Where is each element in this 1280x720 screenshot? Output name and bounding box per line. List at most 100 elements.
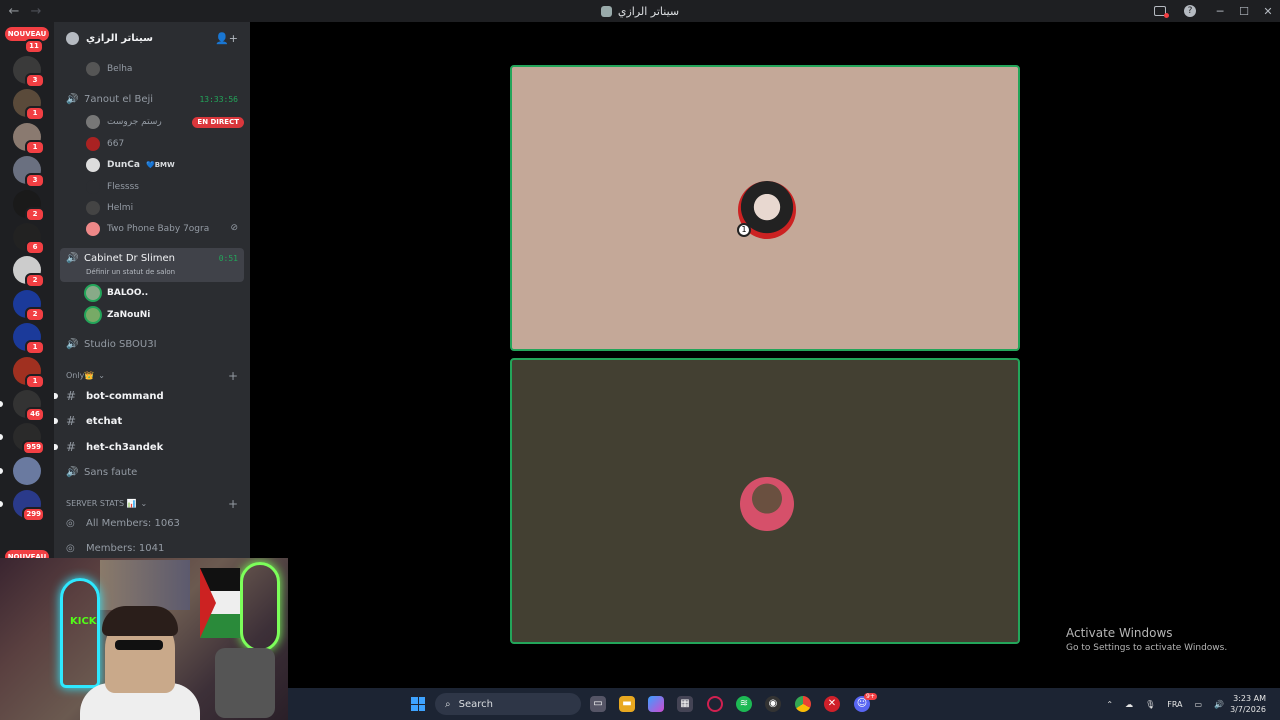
onedrive-icon[interactable]: ☁: [1125, 700, 1133, 709]
steam-icon[interactable]: ◉: [765, 696, 781, 712]
system-clock[interactable]: 3:23 AM 3/7/2026: [1230, 693, 1266, 715]
voice-user[interactable]: 667: [86, 135, 124, 153]
hash-icon: #: [66, 389, 77, 403]
add-channel-icon[interactable]: +: [228, 497, 238, 511]
chevron-down-icon: ⌄: [140, 499, 148, 508]
server-icon[interactable]: 6: [13, 223, 45, 255]
mentions-badge: 11: [24, 39, 44, 54]
server-icon[interactable]: [13, 456, 41, 485]
server-icon[interactable]: 2: [13, 256, 45, 289]
channel-status[interactable]: Définir un statut de salon: [86, 268, 175, 276]
minimize-button[interactable]: ─: [1208, 5, 1232, 18]
voice-user[interactable]: رستم جروست: [86, 113, 162, 131]
speaker-icon: 🔊: [66, 93, 79, 105]
voice-user[interactable]: Belha: [86, 60, 132, 78]
add-channel-icon[interactable]: +: [228, 369, 238, 383]
unread-badge: 1: [25, 139, 45, 155]
speaker-icon: 🔊: [66, 338, 79, 350]
voice-channel-7anout[interactable]: 🔊 7anout el Beji 13:33:56: [60, 88, 244, 110]
server-icon[interactable]: 2: [13, 289, 45, 322]
add-member-icon[interactable]: 👤+: [215, 32, 238, 45]
microphone-icon[interactable]: 🎙: [1145, 700, 1155, 709]
voice-user[interactable]: Two Phone Baby 7ogra: [86, 220, 209, 238]
unread-badge: 3: [25, 173, 45, 189]
server-icon[interactable]: 3: [13, 56, 45, 88]
discord-badge: 9+: [864, 693, 877, 700]
unread-pill: [0, 434, 3, 441]
window-titlebar: ← → سيناتر الرازي ? ─ ☐ ✕: [0, 0, 1280, 22]
text-channel-etchat[interactable]: # etchat: [54, 410, 244, 432]
voice-channel-cabinet[interactable]: 🔊 Cabinet Dr Slimen 0:51 Définir un stat…: [60, 248, 244, 282]
server-icon[interactable]: 46: [13, 390, 45, 422]
streamer-webcam: KICK: [0, 558, 288, 720]
maximize-button[interactable]: ☐: [1232, 5, 1256, 18]
unread-badge: 46: [25, 407, 45, 422]
voice-user[interactable]: BALOO..: [86, 284, 148, 302]
chair-image: [215, 648, 275, 718]
channel-sidebar: سيناتر الرازي 👤+ Belha 🔊 7anout el Beji …: [54, 22, 250, 558]
deafened-icon: ⊘: [230, 223, 238, 233]
unread-badge: 3: [25, 73, 45, 88]
copilot-icon[interactable]: [648, 696, 664, 712]
server-icon[interactable]: 959: [13, 423, 45, 456]
help-icon[interactable]: ?: [1184, 5, 1196, 17]
volume-icon[interactable]: 🔊: [1214, 700, 1224, 709]
close-button[interactable]: ✕: [1256, 5, 1280, 18]
voice-user[interactable]: DunCa 💙BMW: [86, 156, 175, 174]
category-only[interactable]: Only👑 ⌄ +: [66, 369, 238, 383]
file-explorer-icon[interactable]: ▬: [619, 696, 635, 712]
activate-windows-watermark: Activate Windows Go to Settings to activ…: [1066, 626, 1228, 653]
server-icon[interactable]: 1: [13, 122, 45, 155]
stage-icon: ◎: [66, 543, 75, 554]
voice-channel-studio[interactable]: 🔊 Studio SBOU3I: [60, 333, 244, 355]
server-icon[interactable]: 3: [13, 156, 45, 189]
category-server-stats[interactable]: SERVER STATS 📊 ⌄ +: [66, 497, 238, 511]
voice-user[interactable]: ZaNouNi: [86, 306, 150, 324]
task-view-icon[interactable]: ▭: [590, 696, 606, 712]
avatar: [86, 115, 100, 129]
participant-avatar: [740, 477, 794, 531]
stat-channel-all-members[interactable]: ◎ All Members: 1063: [66, 518, 180, 529]
voice-user[interactable]: Flessss: [86, 178, 139, 196]
text-channel-het-ch3andek[interactable]: # het-ch3andek: [54, 436, 244, 458]
chevron-up-icon[interactable]: ⌃: [1106, 700, 1113, 709]
server-icon[interactable]: 1: [13, 89, 45, 122]
search-icon: ⌕: [445, 698, 451, 710]
server-icon[interactable]: 2: [13, 189, 45, 222]
server-icon[interactable]: 299: [13, 490, 45, 523]
flag-image: [200, 568, 240, 638]
voice-user[interactable]: Helmi: [86, 199, 133, 217]
taskbar-search[interactable]: ⌕ Search: [435, 693, 581, 715]
stat-channel-members[interactable]: ◎ Members: 1041: [66, 543, 164, 554]
speaker-icon: 🔊: [66, 466, 79, 478]
avatar: [86, 286, 100, 300]
participant-tile[interactable]: [510, 358, 1020, 644]
text-channel-bot-command[interactable]: # bot-command: [54, 385, 244, 407]
opera-icon[interactable]: [707, 696, 723, 712]
clan-tag: 💙BMW: [145, 161, 175, 169]
chrome-icon[interactable]: [795, 696, 811, 712]
windows-start-icon[interactable]: [411, 697, 425, 711]
live-badge: EN DIRECT: [192, 117, 244, 128]
server-icon[interactable]: 1: [13, 323, 45, 356]
sunglasses: [115, 640, 163, 650]
poster-image: [100, 560, 190, 610]
avatar: [86, 180, 100, 194]
store-icon[interactable]: ▦: [677, 696, 693, 712]
chevron-down-icon: ⌄: [98, 371, 105, 380]
server-icon[interactable]: 1: [13, 356, 45, 389]
windows-taskbar: ⌕ Search ▭ ▬ ▦ ≋ ◉ ✕ ☺ 9+ ⌃ ☁ 🎙 FRA ▭ 🔊 …: [288, 688, 1280, 720]
language-indicator[interactable]: FRA: [1167, 700, 1182, 709]
call-timer: 0:51: [218, 254, 238, 263]
voice-channel-sans-faute[interactable]: 🔊 Sans faute: [60, 461, 244, 483]
inbox-icon[interactable]: [1154, 6, 1169, 18]
display-icon[interactable]: ▭: [1195, 700, 1203, 709]
participant-tile[interactable]: 1: [510, 65, 1020, 351]
app-icon[interactable]: ✕: [824, 696, 840, 712]
server-header[interactable]: سيناتر الرازي 👤+: [54, 22, 250, 54]
hash-icon: #: [66, 440, 77, 454]
unread-badge: 6: [25, 240, 45, 255]
spotify-icon[interactable]: ≋: [736, 696, 752, 712]
avatar: [86, 201, 100, 215]
unread-badge: 1: [25, 106, 45, 122]
